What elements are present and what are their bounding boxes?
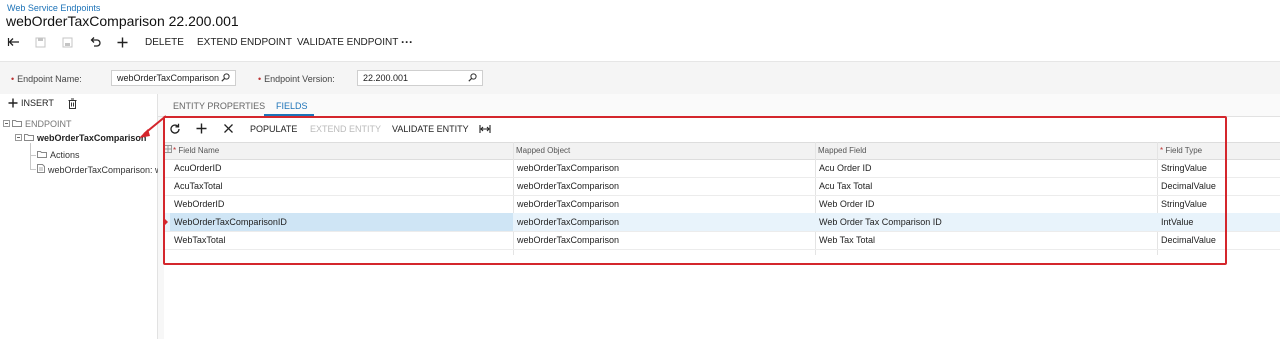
page-title: webOrderTaxComparison 22.200.001: [6, 13, 239, 29]
tree-node-entity[interactable]: webOrderTaxComparison: [15, 133, 146, 143]
endpoint-version-field[interactable]: 22.200.001: [357, 70, 483, 86]
annotation-arrow-icon: [139, 115, 167, 138]
endpoint-summary: • Endpoint Name: webOrderTaxComparison • E…: [0, 61, 1280, 95]
collapse-icon[interactable]: [15, 133, 22, 143]
extend-endpoint-button[interactable]: EXTEND ENDPOINT: [197, 33, 292, 51]
tab-entity-properties[interactable]: ENTITY PROPERTIES: [173, 101, 265, 111]
folder-icon: [37, 150, 47, 160]
endpoint-name-value: webOrderTaxComparison: [117, 73, 220, 83]
breadcrumb[interactable]: Web Service Endpoints: [7, 3, 100, 13]
tree-guide-line: [30, 143, 31, 170]
tree-node-field[interactable]: webOrderTaxComparison: we: [37, 164, 167, 175]
validate-endpoint-button[interactable]: VALIDATE ENDPOINT: [297, 33, 398, 51]
endpoint-version-value: 22.200.001: [363, 73, 409, 83]
search-icon[interactable]: [221, 72, 230, 84]
endpoint-tree-pane: INSERT ENDPOINT webOrderTaxComparison Ac…: [0, 94, 167, 339]
tab-fields[interactable]: FIELDS: [276, 101, 308, 111]
endpoint-name-field[interactable]: webOrderTaxComparison: [111, 70, 236, 86]
tree-guide-line: [30, 155, 36, 156]
endpoint-name-label: • Endpoint Name:: [11, 74, 82, 84]
insert-button[interactable]: INSERT: [8, 98, 54, 108]
save-icon[interactable]: [35, 33, 46, 51]
back-arrow-icon[interactable]: [7, 33, 21, 51]
main-toolbar: DELETE EXTEND ENDPOINT VALIDATE ENDPOINT…: [0, 33, 1280, 51]
tree-guide-line: [30, 169, 36, 170]
search-icon[interactable]: [468, 72, 477, 84]
tree-node-endpoint[interactable]: ENDPOINT: [3, 119, 72, 129]
save-close-icon[interactable]: [62, 33, 73, 51]
tree-node-actions[interactable]: Actions: [37, 150, 80, 160]
folder-icon: [12, 119, 22, 129]
endpoint-version-label: • Endpoint Version:: [258, 74, 335, 84]
delete-button[interactable]: DELETE: [145, 33, 184, 51]
folder-icon: [24, 133, 34, 143]
document-icon: [37, 164, 45, 175]
more-menu-button[interactable]: ···: [401, 33, 413, 51]
plus-icon[interactable]: [117, 33, 128, 51]
annotation-highlight-box: [163, 116, 1227, 265]
undo-icon[interactable]: [89, 33, 101, 51]
tab-bar: ENTITY PROPERTIES FIELDS: [158, 94, 1280, 117]
trash-icon[interactable]: [68, 98, 77, 109]
collapse-icon[interactable]: [3, 119, 10, 129]
